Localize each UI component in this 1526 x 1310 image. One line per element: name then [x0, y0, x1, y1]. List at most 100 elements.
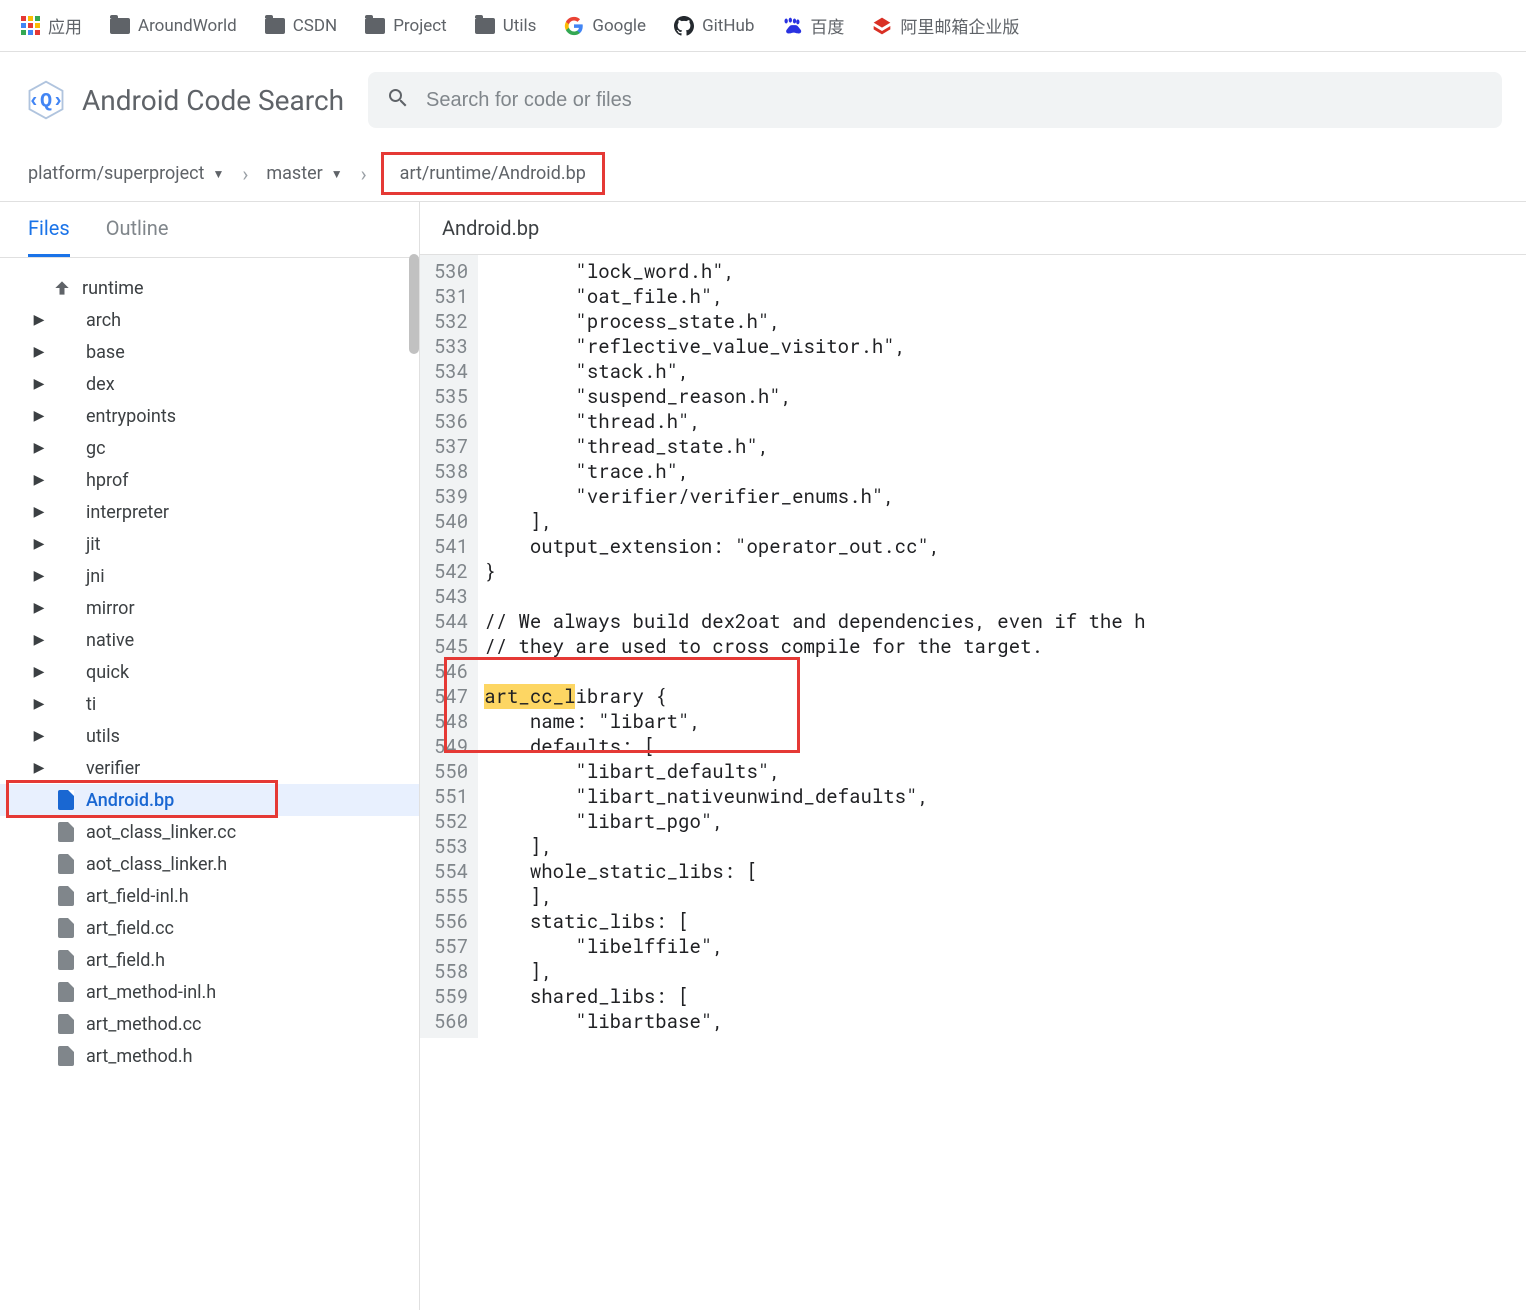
- file-icon: [56, 918, 76, 938]
- tab-outline[interactable]: Outline: [106, 216, 169, 257]
- tree-label: art_field-inl.h: [86, 886, 189, 907]
- main: Files Outline ▶ runtime ▶ arch ▶ base ▶ …: [0, 202, 1526, 1310]
- tree-row[interactable]: ▶ jit: [0, 528, 419, 560]
- crumb-label: platform/superproject: [28, 163, 204, 184]
- tree-row[interactable]: ▶ Android.bp: [0, 784, 419, 816]
- file-icon: [56, 1046, 76, 1066]
- tree-arrow-icon: ▶: [32, 376, 46, 392]
- tree-row[interactable]: ▶ utils: [0, 720, 419, 752]
- file-icon: [56, 982, 76, 1002]
- tree-label: art_method.cc: [86, 1014, 201, 1035]
- bookmark-folder[interactable]: AroundWorld: [110, 16, 237, 36]
- tree-arrow-icon: ▶: [32, 344, 46, 360]
- file-name: Android.bp: [420, 202, 1526, 255]
- code-body[interactable]: 5305315325335345355365375385395405415425…: [420, 255, 1526, 1038]
- tree-row[interactable]: ▶ quick: [0, 656, 419, 688]
- crumb-branch[interactable]: master ▼: [262, 157, 346, 190]
- tree-arrow-icon: ▶: [32, 760, 46, 776]
- bookmark-label: 百度: [810, 13, 844, 38]
- bookmark-label: 应用: [48, 13, 82, 38]
- tree-label: jit: [86, 534, 101, 555]
- tree-row[interactable]: ▶ entrypoints: [0, 400, 419, 432]
- tree-label: entrypoints: [86, 406, 176, 427]
- bookmark-label: AroundWorld: [138, 16, 237, 36]
- bookmark-folder[interactable]: CSDN: [265, 16, 337, 36]
- bookmark-baidu[interactable]: 百度: [782, 13, 844, 38]
- tree-arrow-icon: ▶: [32, 632, 46, 648]
- bookmark-github[interactable]: GitHub: [674, 16, 754, 36]
- tree-row[interactable]: ▶ arch: [0, 304, 419, 336]
- tree-row[interactable]: ▶ art_method.h: [0, 1040, 419, 1072]
- bookmark-alimail[interactable]: 阿里邮箱企业版: [872, 13, 1019, 38]
- line-gutter: 5305315325335345355365375385395405415425…: [420, 255, 478, 1038]
- code-lines[interactable]: "lock_word.h", "oat_file.h", "process_st…: [478, 255, 1145, 1038]
- tree-row[interactable]: ▶ art_field.h: [0, 944, 419, 976]
- tree-row[interactable]: ▶ aot_class_linker.h: [0, 848, 419, 880]
- tree-row[interactable]: ▶ interpreter: [0, 496, 419, 528]
- tree-label: aot_class_linker.cc: [86, 822, 236, 843]
- search-icon: [386, 86, 410, 114]
- tree-row[interactable]: ▶ dex: [0, 368, 419, 400]
- bookmark-folder[interactable]: Utils: [475, 16, 537, 36]
- tree-arrow-icon: ▶: [32, 440, 46, 456]
- logo[interactable]: ‹Q› Android Code Search: [24, 78, 344, 122]
- file-icon: [56, 886, 76, 906]
- scrollbar-thumb[interactable]: [409, 254, 419, 354]
- blank-icon: [56, 406, 76, 426]
- tree-row[interactable]: ▶ art_method-inl.h: [0, 976, 419, 1008]
- tree-row[interactable]: ▶ base: [0, 336, 419, 368]
- folder-icon: [475, 16, 495, 36]
- tree-arrow-icon: ▶: [32, 568, 46, 584]
- tree-row[interactable]: ▶ aot_class_linker.cc: [0, 816, 419, 848]
- tree-row[interactable]: ▶ ti: [0, 688, 419, 720]
- tree-label: utils: [86, 726, 120, 747]
- tree-arrow-icon: ▶: [32, 312, 46, 328]
- tree-label: quick: [86, 662, 129, 683]
- tree-row[interactable]: ▶ mirror: [0, 592, 419, 624]
- bookmark-google[interactable]: Google: [564, 16, 646, 36]
- tree-row[interactable]: ▶ hprof: [0, 464, 419, 496]
- tree-row[interactable]: ▶ native: [0, 624, 419, 656]
- bookmark-label: Utils: [503, 16, 537, 36]
- google-icon: [564, 16, 584, 36]
- blank-icon: [56, 374, 76, 394]
- folder-icon: [365, 16, 385, 36]
- tree-row[interactable]: ▶ jni: [0, 560, 419, 592]
- code-view: Android.bp 53053153253353453553653753853…: [420, 202, 1526, 1310]
- tree-label: verifier: [86, 758, 140, 779]
- tree-row[interactable]: ▶ art_field.cc: [0, 912, 419, 944]
- apps-icon: [20, 16, 40, 36]
- tree-label: art_field.h: [86, 950, 165, 971]
- crumb-project[interactable]: platform/superproject ▼: [24, 157, 228, 190]
- tree-row[interactable]: ▶ art_field-inl.h: [0, 880, 419, 912]
- tree-label: dex: [86, 374, 115, 395]
- tree-arrow-icon: ▶: [32, 696, 46, 712]
- breadcrumb-separator: ›: [361, 162, 367, 186]
- blank-icon: [56, 566, 76, 586]
- tree-row[interactable]: ▶ verifier: [0, 752, 419, 784]
- side-tabs: Files Outline: [0, 202, 419, 258]
- tree-label: art_method-inl.h: [86, 982, 216, 1003]
- bookmark-folder[interactable]: Project: [365, 16, 447, 36]
- folder-up-icon: [52, 278, 72, 298]
- alimail-icon: [872, 16, 892, 36]
- tab-files[interactable]: Files: [28, 216, 70, 257]
- folder-icon: [265, 16, 285, 36]
- blank-icon: [56, 598, 76, 618]
- bookmark-label: 阿里邮箱企业版: [900, 13, 1019, 38]
- blank-icon: [56, 502, 76, 522]
- crumb-path[interactable]: art/runtime/Android.bp: [381, 152, 605, 195]
- blank-icon: [56, 630, 76, 650]
- search-input[interactable]: [426, 89, 1484, 112]
- tree-row[interactable]: ▶ art_method.cc: [0, 1008, 419, 1040]
- crumb-label: master: [266, 163, 322, 184]
- sidebar: Files Outline ▶ runtime ▶ arch ▶ base ▶ …: [0, 202, 420, 1310]
- file-icon: [56, 790, 76, 810]
- bookmark-apps[interactable]: 应用: [20, 13, 82, 38]
- tree-row[interactable]: ▶ runtime: [0, 272, 419, 304]
- tree-row[interactable]: ▶ gc: [0, 432, 419, 464]
- search-bar[interactable]: [368, 72, 1502, 128]
- file-tree[interactable]: ▶ runtime ▶ arch ▶ base ▶ dex ▶ entrypoi…: [0, 258, 419, 1086]
- tree-arrow-icon: ▶: [32, 536, 46, 552]
- blank-icon: [56, 726, 76, 746]
